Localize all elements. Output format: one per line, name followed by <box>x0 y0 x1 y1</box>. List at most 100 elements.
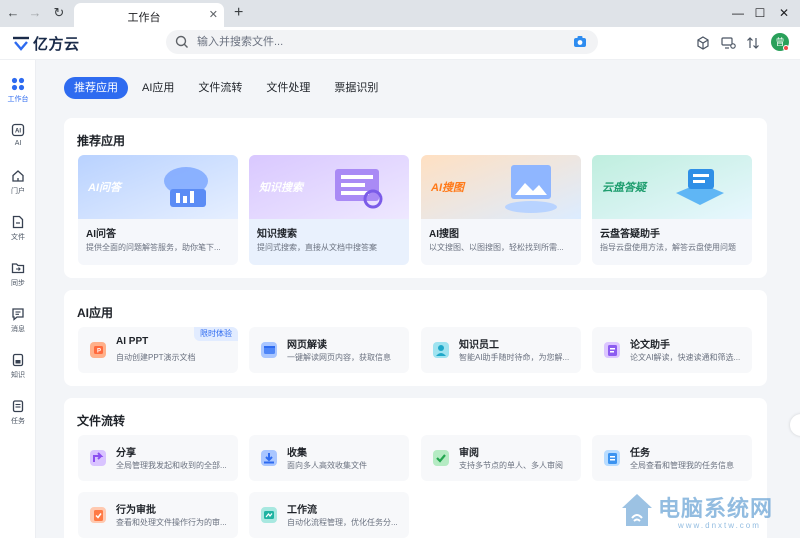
collect-icon <box>261 450 277 466</box>
app-collect[interactable]: 收集 面向多人高效收集文件 <box>249 435 409 481</box>
feature-name: 云盘答疑助手 <box>600 229 660 240</box>
feature-desc: 提问式搜索，直接从文档中搜答案 <box>257 243 377 252</box>
app-name: AI PPT <box>116 336 149 347</box>
brand-name: 亿方云 <box>33 35 80 53</box>
app-ai-ppt[interactable]: P AI PPT 自动创建PPT演示文档 限时体验 <box>78 327 238 373</box>
tab-recommended[interactable]: 推荐应用 <box>64 77 128 99</box>
section-title: 文件流转 <box>77 414 126 428</box>
app-desc: 一键解读网页内容，获取信息 <box>287 353 391 362</box>
new-tab-icon[interactable]: + <box>234 4 243 22</box>
app-desc: 支持多节点的单人、多人审阅 <box>459 461 563 470</box>
minimize-icon[interactable]: — <box>728 3 748 23</box>
feature-card-cloud-qa[interactable]: 云盘答疑 云盘答疑助手 指导云盘使用方法，解答云盘使用问题 <box>592 155 752 265</box>
app-webpage-reader[interactable]: 网页解读 一键解读网页内容，获取信息 <box>249 327 409 373</box>
tab-ai-apps[interactable]: AI应用 <box>132 77 184 99</box>
workflow-icon <box>261 507 277 523</box>
sidebar-item-tasks[interactable]: 任务 <box>0 399 36 439</box>
sidebar-item-files[interactable]: 文件 <box>0 215 36 255</box>
svg-text:P: P <box>97 349 101 355</box>
sidebar-item-label: AI <box>14 140 22 147</box>
ai-apps-section: AI应用 P AI PPT 自动创建PPT演示文档 限时体验 网页解读 一键解读… <box>64 290 767 386</box>
camera-icon[interactable] <box>573 35 587 48</box>
maximize-icon[interactable]: ☐ <box>750 3 770 23</box>
back-icon[interactable]: ← <box>4 4 22 22</box>
share-icon <box>90 450 106 466</box>
feature-desc: 提供全面的问题解答服务，助你笔下... <box>86 243 221 252</box>
feature-card-ai-qa[interactable]: AI问答 AI问答 提供全面的问题解答服务，助你笔下... <box>78 155 238 265</box>
feature-desc: 指导云盘使用方法，解答云盘使用问题 <box>600 243 736 252</box>
app-tasks[interactable]: 任务 全局查看和管理我的任务信息 <box>592 435 752 481</box>
feature-badge: 云盘答疑 <box>602 182 646 194</box>
employee-icon <box>433 342 449 358</box>
sidebar-item-messages[interactable]: 消息 <box>0 307 36 347</box>
sidebar-item-ai[interactable]: AI AI <box>0 123 36 163</box>
tab-invoice-recognition[interactable]: 票据识别 <box>324 77 388 99</box>
feature-card-ai-image-search[interactable]: AI搜图 AI搜图 以文搜图、以图搜图，轻松找到所需... <box>421 155 581 265</box>
transfer-icon[interactable] <box>745 35 761 51</box>
main-content: 推荐应用 AI应用 文件流转 文件处理 票据识别 推荐应用 AI问答 AI问答 … <box>36 60 800 538</box>
grid-icon <box>11 77 25 91</box>
cube-icon[interactable] <box>695 35 711 51</box>
reload-icon[interactable]: ↻ <box>50 4 68 22</box>
forward-icon[interactable]: → <box>26 4 44 22</box>
search-icon <box>175 35 188 48</box>
sidebar-item-sync[interactable]: 同步 <box>0 261 36 301</box>
feature-name: 知识搜索 <box>257 229 297 240</box>
feature-name: AI问答 <box>86 229 116 240</box>
app-name: 知识员工 <box>459 340 499 351</box>
search-input[interactable] <box>197 33 557 51</box>
site-watermark: 电脑系统网 www.dnxtw.com <box>620 488 800 538</box>
app-desc: 全局查看和管理我的任务信息 <box>630 461 734 470</box>
close-tab-icon[interactable]: ✕ <box>209 8 218 21</box>
app-knowledge-employee[interactable]: 知识员工 智能AI助手随时待命，为您解... <box>421 327 581 373</box>
app-header: 亿方云 曾 <box>0 27 800 60</box>
sidebar-item-label: 知识 <box>11 372 25 379</box>
task-icon <box>604 450 620 466</box>
home-icon <box>12 170 24 182</box>
section-title: AI应用 <box>77 306 114 320</box>
sidebar-item-label: 工作台 <box>7 96 29 103</box>
recommended-section: 推荐应用 AI问答 AI问答 提供全面的问题解答服务，助你笔下... 知识搜索 <box>64 118 767 278</box>
sync-folder-icon <box>11 263 25 274</box>
svg-text:AI: AI <box>15 129 21 135</box>
sidebar-item-portal[interactable]: 门户 <box>0 169 36 209</box>
sidebar-item-workbench[interactable]: 工作台 <box>0 77 36 117</box>
close-window-icon[interactable]: ✕ <box>774 3 794 23</box>
tab-file-processing[interactable]: 文件处理 <box>256 77 320 99</box>
app-share[interactable]: 分享 全局管理我发起和收到的全部... <box>78 435 238 481</box>
sidebar-item-knowledge[interactable]: 知识 <box>0 353 36 393</box>
app-workflow[interactable]: 工作流 自动化流程管理，优化任务分... <box>249 492 409 538</box>
app-desc: 查看和处理文件操作行为的审... <box>116 518 227 527</box>
feature-badge: 知识搜索 <box>259 182 303 194</box>
notification-dot <box>783 45 789 51</box>
app-paper-assistant[interactable]: 论文助手 论文AI解读，快速读通和筛选... <box>592 327 752 373</box>
search-bar[interactable] <box>166 30 598 54</box>
message-icon <box>12 308 24 321</box>
sidebar: 工作台 AI AI 门户 文件 同步 消息 知识 任务 <box>0 60 36 538</box>
ppt-icon: P <box>90 342 106 358</box>
app-review[interactable]: 审阅 支持多节点的单人、多人审阅 <box>421 435 581 481</box>
app-desc: 自动创建PPT演示文档 <box>116 353 196 362</box>
review-icon <box>433 450 449 466</box>
app-name: 收集 <box>287 448 307 459</box>
browser-tab[interactable]: 工作台 ✕ <box>74 3 224 27</box>
brand-logo[interactable]: 亿方云 <box>12 33 80 53</box>
house-logo-icon <box>622 494 652 526</box>
feature-name: AI搜图 <box>429 229 459 240</box>
device-icon[interactable] <box>720 35 736 51</box>
watermark-url: www.dnxtw.com <box>678 521 761 530</box>
feature-badge: AI搜图 <box>431 182 464 194</box>
feature-card-knowledge-search[interactable]: 知识搜索 知识搜索 提问式搜索，直接从文档中搜答案 <box>249 155 409 265</box>
tab-file-flow[interactable]: 文件流转 <box>188 77 252 99</box>
watermark-text: 电脑系统网 <box>658 496 774 522</box>
sidebar-item-label: 消息 <box>11 326 25 333</box>
feature-desc: 以文搜图、以图搜图，轻松找到所需... <box>429 243 564 252</box>
app-desc: 论文AI解读，快速读通和筛选... <box>630 353 741 362</box>
sidebar-item-label: 门户 <box>11 188 25 195</box>
ai-icon: AI <box>11 123 25 137</box>
app-behavior-approval[interactable]: 行为审批 查看和处理文件操作行为的审... <box>78 492 238 538</box>
webpage-icon <box>261 342 277 358</box>
sidebar-item-label: 同步 <box>11 280 25 287</box>
app-desc: 自动化流程管理，优化任务分... <box>287 518 398 527</box>
task-icon <box>12 400 24 413</box>
